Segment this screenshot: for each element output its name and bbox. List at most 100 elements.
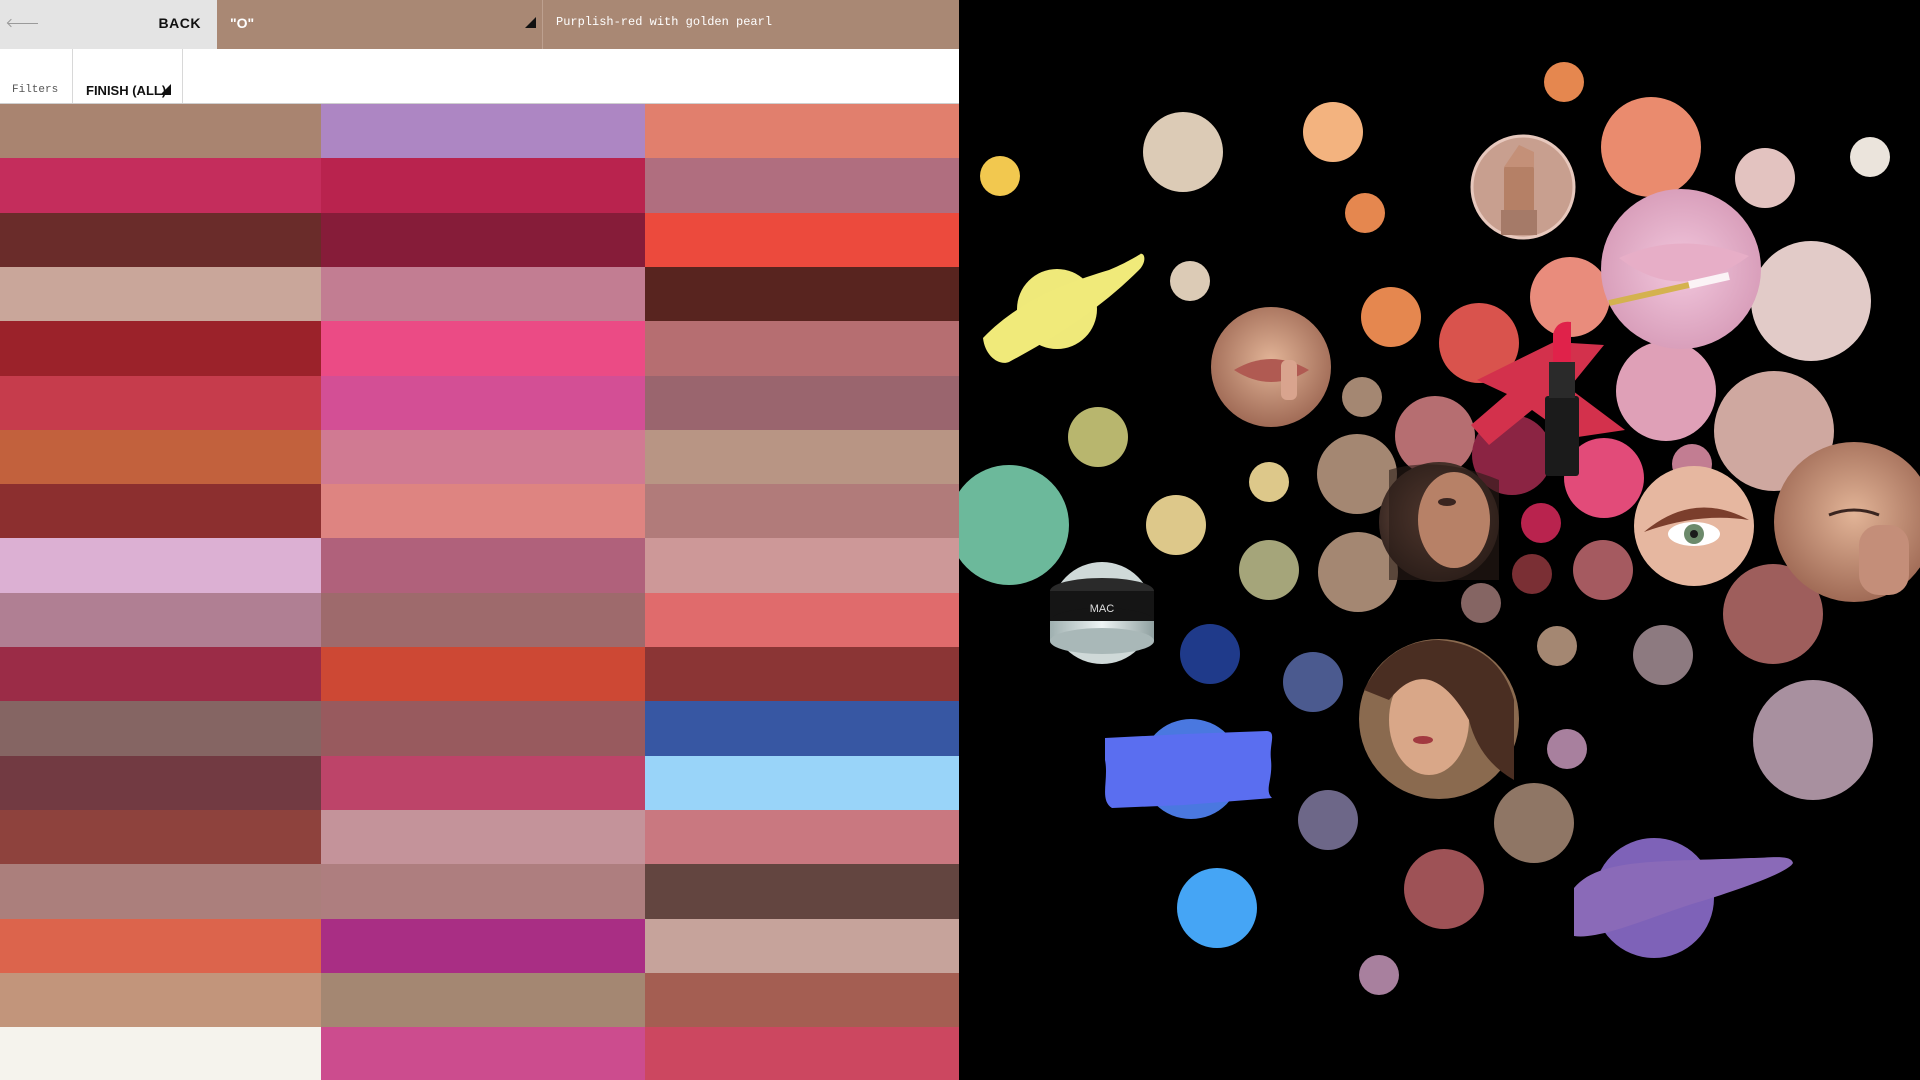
- shade-swatch[interactable]: [645, 593, 959, 647]
- shade-swatch[interactable]: [321, 810, 645, 864]
- shade-swatch[interactable]: [0, 213, 321, 267]
- shade-dropdown[interactable]: "O": [217, 0, 542, 49]
- shade-swatch[interactable]: [645, 864, 959, 919]
- shade-swatch[interactable]: [645, 104, 959, 158]
- purple-shimmer-swatch-icon[interactable]: [1574, 838, 1793, 958]
- shade-swatch[interactable]: [645, 321, 959, 376]
- shade-swatch[interactable]: [321, 756, 645, 810]
- shade-swatch[interactable]: [321, 647, 645, 701]
- color-dot[interactable]: [1494, 783, 1574, 863]
- shade-swatch[interactable]: [321, 104, 645, 158]
- color-dot[interactable]: [1850, 137, 1890, 177]
- color-dot[interactable]: [1143, 112, 1223, 192]
- eyeliner-pot-icon[interactable]: MAC: [1050, 562, 1154, 664]
- shade-swatch[interactable]: [645, 158, 959, 213]
- shade-swatch[interactable]: [0, 538, 321, 593]
- color-dot[interactable]: [1735, 148, 1795, 208]
- shade-swatch[interactable]: [645, 973, 959, 1027]
- color-dot[interactable]: [1249, 462, 1289, 502]
- color-dot[interactable]: [1170, 261, 1210, 301]
- color-dot[interactable]: [1521, 503, 1561, 543]
- color-dot[interactable]: [1753, 680, 1873, 800]
- shade-swatch[interactable]: [0, 1027, 321, 1080]
- shade-swatch[interactable]: [0, 376, 321, 430]
- shade-swatch[interactable]: [321, 430, 645, 484]
- lip-gloss-photo-icon[interactable]: [1601, 189, 1761, 349]
- eye-makeup-photo-icon[interactable]: [1379, 462, 1499, 582]
- color-dot[interactable]: [1512, 554, 1552, 594]
- shade-swatch[interactable]: [645, 430, 959, 484]
- shade-swatch[interactable]: [0, 864, 321, 919]
- color-dot[interactable]: [1616, 341, 1716, 441]
- color-dot[interactable]: [1068, 407, 1128, 467]
- blue-paint-swatch-icon[interactable]: [1105, 719, 1273, 819]
- portrait-photo-icon[interactable]: [1359, 639, 1519, 799]
- shade-swatch[interactable]: [321, 864, 645, 919]
- shade-swatch[interactable]: [645, 538, 959, 593]
- shade-swatch[interactable]: [0, 267, 321, 321]
- shade-swatch[interactable]: [321, 593, 645, 647]
- color-dot[interactable]: [1342, 377, 1382, 417]
- shade-swatch[interactable]: [645, 1027, 959, 1080]
- color-dot[interactable]: [1177, 868, 1257, 948]
- shade-swatch[interactable]: [321, 213, 645, 267]
- shade-swatch[interactable]: [0, 973, 321, 1027]
- shade-swatch[interactable]: [645, 484, 959, 538]
- shade-swatch[interactable]: [0, 104, 321, 158]
- shade-swatch[interactable]: [321, 973, 645, 1027]
- back-button[interactable]: BACK: [0, 0, 217, 49]
- color-dot[interactable]: [1537, 626, 1577, 666]
- shade-swatch[interactable]: [321, 376, 645, 430]
- color-dot[interactable]: [1544, 62, 1584, 102]
- shade-swatch[interactable]: [645, 756, 959, 810]
- shade-swatch[interactable]: [645, 810, 959, 864]
- color-dot[interactable]: [1547, 729, 1587, 769]
- shade-swatch[interactable]: [645, 376, 959, 430]
- shade-swatch[interactable]: [0, 701, 321, 756]
- shade-swatch[interactable]: [0, 430, 321, 484]
- color-dot[interactable]: [1404, 849, 1484, 929]
- color-dot[interactable]: [1573, 540, 1633, 600]
- shade-swatch[interactable]: [321, 321, 645, 376]
- shade-swatch[interactable]: [0, 810, 321, 864]
- shade-swatch[interactable]: [0, 321, 321, 376]
- shade-swatch[interactable]: [0, 756, 321, 810]
- lipstick-bullet-icon[interactable]: [1470, 134, 1576, 240]
- shade-swatch[interactable]: [321, 701, 645, 756]
- color-dot[interactable]: [1180, 624, 1240, 684]
- lips-photo-icon[interactable]: [1211, 307, 1331, 427]
- shade-swatch[interactable]: [0, 919, 321, 973]
- shade-swatch[interactable]: [321, 484, 645, 538]
- color-dot[interactable]: [959, 465, 1069, 585]
- shade-swatch[interactable]: [0, 158, 321, 213]
- color-dot[interactable]: [1359, 955, 1399, 995]
- shade-swatch[interactable]: [645, 701, 959, 756]
- shade-swatch[interactable]: [321, 919, 645, 973]
- shade-swatch[interactable]: [645, 647, 959, 701]
- shade-swatch[interactable]: [645, 919, 959, 973]
- shade-swatch[interactable]: [321, 158, 645, 213]
- shade-swatch[interactable]: [321, 267, 645, 321]
- finish-filter-dropdown[interactable]: FINISH (ALL): [72, 80, 182, 100]
- yellow-paint-swatch-icon[interactable]: [983, 253, 1145, 363]
- color-dot[interactable]: [1303, 102, 1363, 162]
- color-dot[interactable]: [1361, 287, 1421, 347]
- shade-swatch[interactable]: [321, 538, 645, 593]
- shade-swatch[interactable]: [0, 593, 321, 647]
- color-dot[interactable]: [1751, 241, 1871, 361]
- color-dot[interactable]: [1633, 625, 1693, 685]
- color-dot[interactable]: [980, 156, 1020, 196]
- eyeshadow-photo-icon[interactable]: [1634, 466, 1754, 586]
- color-dot[interactable]: [1283, 652, 1343, 712]
- color-dot[interactable]: [1239, 540, 1299, 600]
- color-dot[interactable]: [1146, 495, 1206, 555]
- color-dot[interactable]: [1298, 790, 1358, 850]
- shade-swatch[interactable]: [321, 1027, 645, 1080]
- shade-swatch[interactable]: [0, 647, 321, 701]
- shade-swatch[interactable]: [645, 213, 959, 267]
- color-dot[interactable]: [1345, 193, 1385, 233]
- color-dot[interactable]: [1601, 97, 1701, 197]
- shade-swatch[interactable]: [645, 267, 959, 321]
- color-dot[interactable]: [1461, 583, 1501, 623]
- shade-swatch[interactable]: [0, 484, 321, 538]
